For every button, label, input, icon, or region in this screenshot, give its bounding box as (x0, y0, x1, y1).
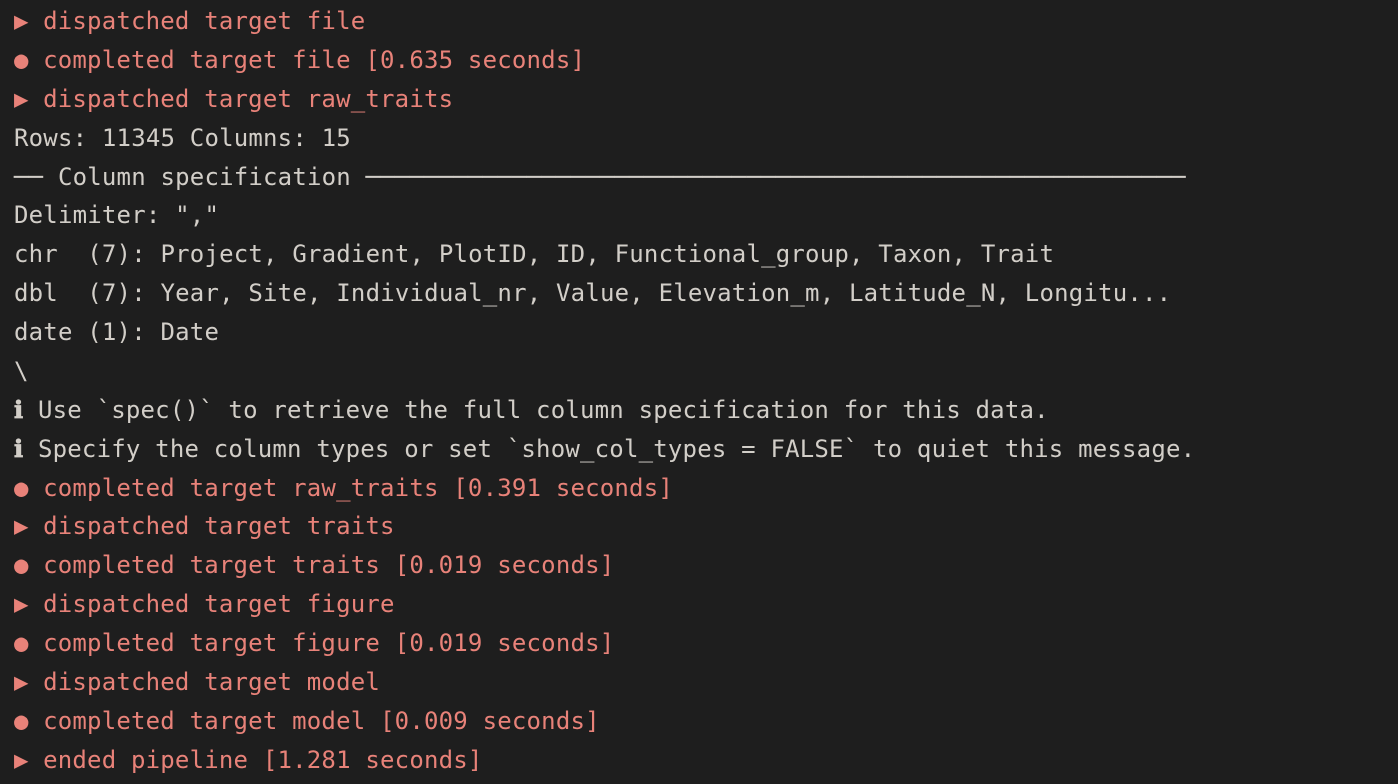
bullet-completed-icon: ● (14, 702, 28, 741)
status-text: completed target traits [0.019 seconds] (43, 551, 614, 579)
terminal-line: Delimiter: "," (14, 196, 1384, 235)
section-rule: ── Column specification ────────────────… (14, 163, 1186, 191)
status-text: completed target file [0.635 seconds] (43, 46, 585, 74)
terminal-line: ▶ dispatched target figure (14, 585, 1384, 624)
terminal-line: ● completed target model [0.009 seconds] (14, 702, 1384, 741)
status-text: dispatched target figure (43, 590, 395, 618)
status-text: dispatched target traits (43, 512, 395, 540)
bullet-dispatched-icon: ▶ (14, 80, 28, 119)
status-text: completed target model [0.009 seconds] (43, 707, 600, 735)
terminal-line: ▶ ended pipeline [1.281 seconds] (14, 741, 1384, 780)
output-text: dbl (7): Year, Site, Individual_nr, Valu… (14, 279, 1171, 307)
info-text: Use `spec()` to retrieve the full column… (38, 396, 1049, 424)
bullet-completed-icon: ● (14, 41, 28, 80)
info-text: Specify the column types or set `show_co… (38, 435, 1195, 463)
bullet-completed-icon: ● (14, 469, 28, 508)
bullet-completed-icon: ● (14, 546, 28, 585)
status-text: ended pipeline [1.281 seconds] (43, 746, 482, 774)
status-text: completed target raw_traits [0.391 secon… (43, 474, 673, 502)
bullet-dispatched-icon: ▶ (14, 2, 28, 41)
terminal-line: ● completed target figure [0.019 seconds… (14, 624, 1384, 663)
terminal-line: dbl (7): Year, Site, Individual_nr, Valu… (14, 274, 1384, 313)
output-text: Rows: 11345 Columns: 15 (14, 124, 351, 152)
terminal-line: ℹ Specify the column types or set `show_… (14, 430, 1384, 469)
info-icon: ℹ (14, 435, 23, 463)
bullet-dispatched-icon: ▶ (14, 741, 28, 780)
terminal-line: \ (14, 352, 1384, 391)
bullet-dispatched-icon: ▶ (14, 663, 28, 702)
terminal-line: ℹ Use `spec()` to retrieve the full colu… (14, 391, 1384, 430)
terminal-line: Rows: 11345 Columns: 15 (14, 119, 1384, 158)
status-text: dispatched target raw_traits (43, 85, 453, 113)
terminal-line: ● completed target traits [0.019 seconds… (14, 546, 1384, 585)
terminal-line: chr (7): Project, Gradient, PlotID, ID, … (14, 235, 1384, 274)
terminal-line: date (1): Date (14, 313, 1384, 352)
terminal-line: ● completed target file [0.635 seconds] (14, 41, 1384, 80)
terminal-line: ── Column specification ────────────────… (14, 158, 1384, 197)
terminal-line: ▶ dispatched target raw_traits (14, 80, 1384, 119)
status-text: dispatched target model (43, 668, 380, 696)
spinner-char: \ (14, 357, 29, 385)
terminal-line: ▶ dispatched target file (14, 2, 1384, 41)
terminal-line: ▶ dispatched target traits (14, 507, 1384, 546)
terminal-output: ▶ dispatched target file● completed targ… (0, 0, 1398, 780)
output-text: Delimiter: "," (14, 201, 219, 229)
bullet-dispatched-icon: ▶ (14, 507, 28, 546)
terminal-line: ▶ dispatched target model (14, 663, 1384, 702)
status-text: dispatched target file (43, 7, 365, 35)
info-icon: ℹ (14, 396, 23, 424)
terminal-line: ● completed target raw_traits [0.391 sec… (14, 469, 1384, 508)
bullet-completed-icon: ● (14, 624, 28, 663)
output-text: chr (7): Project, Gradient, PlotID, ID, … (14, 240, 1054, 268)
output-text: date (1): Date (14, 318, 219, 346)
bullet-dispatched-icon: ▶ (14, 585, 28, 624)
status-text: completed target figure [0.019 seconds] (43, 629, 614, 657)
